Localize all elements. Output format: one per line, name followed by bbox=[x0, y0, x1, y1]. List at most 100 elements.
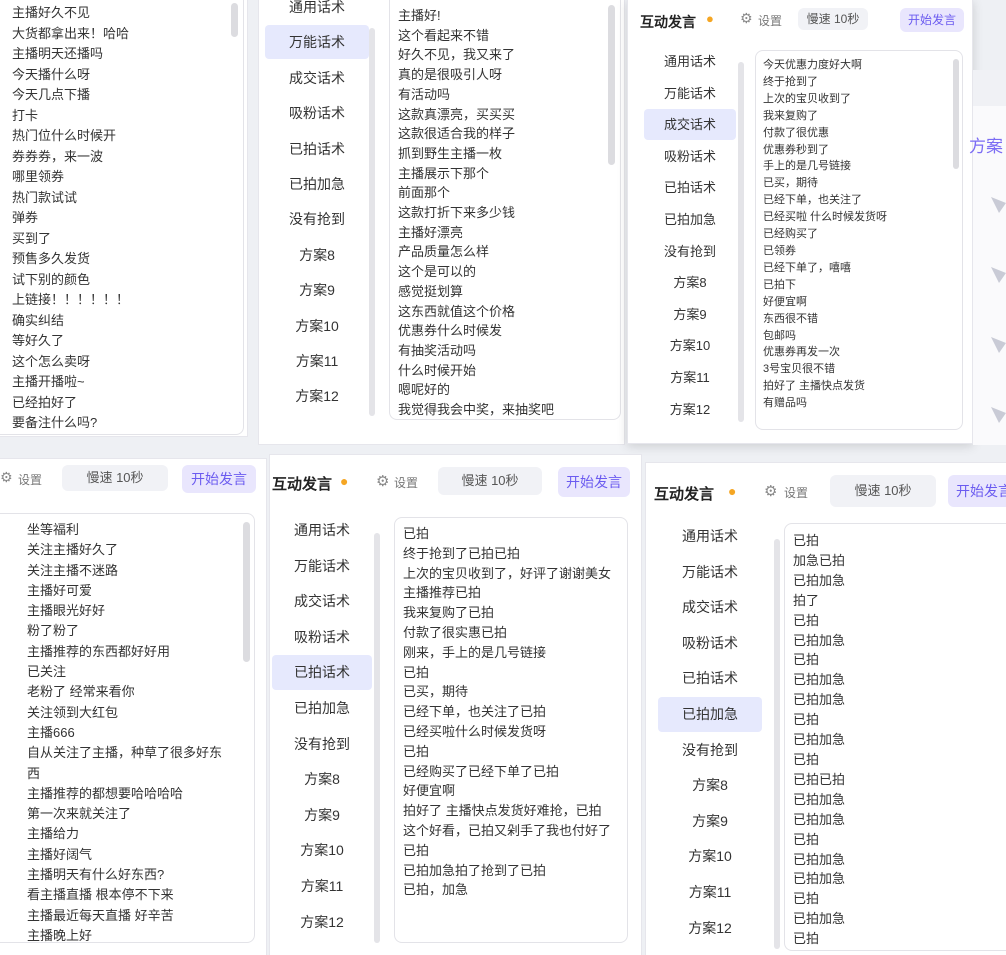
category-item[interactable]: 成交话术 bbox=[265, 61, 369, 95]
category-item[interactable]: 方案12 bbox=[272, 905, 372, 940]
category-item[interactable]: 方案10 bbox=[658, 839, 762, 874]
category-item[interactable]: 方案9 bbox=[658, 804, 762, 839]
message-scrollbar[interactable] bbox=[243, 522, 250, 662]
speed-selector[interactable]: 慢速 10秒 bbox=[62, 465, 168, 491]
message-item: 感觉挺划算 bbox=[398, 283, 464, 299]
category-item[interactable]: 万能话术 bbox=[272, 549, 372, 584]
start-speaking-button[interactable]: 开始发言 bbox=[948, 475, 1006, 507]
message-item: 已拍加急 bbox=[793, 811, 846, 827]
category-item[interactable]: 没有抢到 bbox=[644, 236, 736, 267]
message-item: 等好久了 bbox=[12, 333, 65, 348]
category-scrollbar[interactable] bbox=[374, 533, 380, 943]
category-scrollbar[interactable] bbox=[369, 28, 375, 416]
settings-link[interactable]: 设置 bbox=[784, 484, 808, 501]
category-item[interactable]: 方案8 bbox=[272, 762, 372, 797]
panel-d: ⚙ 设置 慢速 10秒 开始发言 坐等福利 关注主播好久了 关注主播不迷路 主播好可爱… bbox=[0, 458, 267, 955]
category-scrollbar[interactable] bbox=[774, 539, 780, 949]
category-item[interactable]: 方案8 bbox=[265, 238, 369, 272]
category-item[interactable]: 没有抢到 bbox=[272, 727, 372, 762]
category-item[interactable]: 方案11 bbox=[644, 362, 736, 393]
speed-selector[interactable]: 慢速 10秒 bbox=[798, 8, 868, 30]
message-scrollbar[interactable] bbox=[608, 5, 615, 165]
category-item[interactable]: 通用话术 bbox=[658, 519, 762, 554]
category-scrollbar[interactable] bbox=[738, 62, 744, 422]
settings-link[interactable]: 设置 bbox=[758, 12, 782, 29]
panel-header: 互动发言 ● ⚙ 设置 慢速 10秒 开始发言 bbox=[628, 0, 972, 40]
category-item[interactable]: 已拍话术 bbox=[644, 172, 736, 203]
category-item[interactable]: 通用话术 bbox=[644, 46, 736, 77]
category-item[interactable]: 成交话术 bbox=[272, 584, 372, 619]
category-item[interactable]: 方案9 bbox=[644, 299, 736, 330]
category-item[interactable]: 方案11 bbox=[265, 344, 369, 378]
message-item: 关注主播不迷路 bbox=[27, 562, 119, 578]
message-item: 产品质量怎么样 bbox=[398, 244, 490, 260]
category-item[interactable]: 万能话术 bbox=[658, 555, 762, 590]
category-item[interactable]: 方案8 bbox=[658, 768, 762, 803]
category-item[interactable]: 方案11 bbox=[272, 869, 372, 904]
category-item[interactable]: 已拍加急 bbox=[658, 697, 762, 732]
message-list: 已拍 终于抢到了已拍已拍 上次的宝贝收到了，好评了谢谢美女 主播推荐已拍 我来复购了已拍… bbox=[403, 524, 625, 900]
message-scrollbar[interactable] bbox=[953, 59, 959, 169]
category-item[interactable]: 万能话术 bbox=[265, 25, 369, 60]
category-item[interactable]: 没有抢到 bbox=[265, 202, 369, 236]
speed-selector[interactable]: 慢速 10秒 bbox=[438, 467, 542, 495]
message-item: 热门款试试 bbox=[12, 189, 78, 205]
category-item[interactable]: 通用话术 bbox=[265, 0, 369, 24]
message-item: 已拍加急 bbox=[793, 911, 846, 927]
category-item[interactable]: 没有抢到 bbox=[658, 733, 762, 768]
gear-icon[interactable]: ⚙ bbox=[764, 482, 777, 500]
category-item[interactable]: 吸粉话术 bbox=[265, 96, 369, 130]
message-scrollbar[interactable] bbox=[231, 3, 238, 37]
message-item: 已拍 bbox=[793, 931, 820, 947]
category-item[interactable]: 方案9 bbox=[272, 798, 372, 833]
category-item[interactable]: 万能话术 bbox=[644, 78, 736, 109]
category-item[interactable]: 方案10 bbox=[265, 309, 369, 343]
category-item[interactable]: 已拍加急 bbox=[644, 204, 736, 235]
message-list-box: 主播好! 这个看起来不错 好久不见，我又来了 真的是很吸引人呀 有活动吗 这款真漂亮，买买… bbox=[389, 0, 621, 420]
message-item: 主播好漂亮 bbox=[398, 224, 464, 240]
category-item[interactable]: 方案10 bbox=[272, 833, 372, 868]
category-item[interactable]: 已拍话术 bbox=[265, 132, 369, 166]
gear-icon[interactable]: ⚙ bbox=[0, 469, 13, 486]
panel-title: 互动发言 bbox=[654, 486, 715, 503]
message-item: 已拍加急拍了抢到了已拍 bbox=[403, 862, 547, 878]
message-item: 主播给力 bbox=[27, 826, 80, 842]
category-item[interactable]: 成交话术 bbox=[658, 590, 762, 625]
category-item[interactable]: 方案12 bbox=[644, 394, 736, 425]
message-item: 已拍加急 bbox=[793, 632, 846, 648]
settings-link[interactable]: 设置 bbox=[394, 474, 418, 491]
start-speaking-button[interactable]: 开始发言 bbox=[182, 465, 256, 493]
gear-icon[interactable]: ⚙ bbox=[740, 10, 753, 27]
message-item: 这东西就值这个价格 bbox=[398, 303, 516, 319]
category-item[interactable]: 已拍话术 bbox=[272, 655, 372, 691]
message-item: 这个好看，已拍又剁手了我也付好了 bbox=[403, 822, 612, 838]
category-item[interactable]: 已拍加急 bbox=[272, 691, 372, 726]
panel-header: 互动发言 ● ⚙ 设置 慢速 10秒 开始发言 bbox=[270, 455, 641, 497]
category-item[interactable]: 吸粉话术 bbox=[272, 620, 372, 655]
speed-selector[interactable]: 慢速 10秒 bbox=[830, 475, 936, 507]
category-item[interactable]: 已拍加急 bbox=[265, 167, 369, 201]
panel-header: ⚙ 设置 慢速 10秒 开始发言 bbox=[0, 459, 266, 499]
category-item[interactable]: 成交话术 bbox=[644, 109, 736, 141]
category-item[interactable]: 方案11 bbox=[658, 875, 762, 910]
category-item[interactable]: 方案12 bbox=[658, 911, 762, 946]
gear-icon[interactable]: ⚙ bbox=[376, 472, 389, 490]
category-item[interactable]: 方案12 bbox=[265, 379, 369, 413]
message-item: 已拍加急 bbox=[793, 692, 846, 708]
category-item[interactable]: 吸粉话术 bbox=[658, 626, 762, 661]
message-item: 抓到野生主播一枚 bbox=[398, 145, 503, 161]
category-item[interactable]: 方案10 bbox=[644, 330, 736, 361]
message-item: 已拍加急 bbox=[793, 572, 846, 588]
message-item: 主播最近每天直播 好辛苦 bbox=[27, 907, 174, 923]
category-item[interactable]: 通用话术 bbox=[272, 513, 372, 548]
settings-link[interactable]: 设置 bbox=[18, 471, 42, 488]
category-item[interactable]: 方案9 bbox=[265, 273, 369, 307]
start-speaking-button[interactable]: 开始发言 bbox=[900, 8, 964, 32]
lightbulb-icon: ● bbox=[706, 11, 714, 26]
category-item[interactable]: 吸粉话术 bbox=[644, 141, 736, 172]
category-item[interactable]: 方案8 bbox=[644, 267, 736, 298]
category-item[interactable]: 已拍话术 bbox=[658, 661, 762, 696]
message-item: 买到了 bbox=[12, 230, 52, 246]
message-item: 3号宝贝很不错 bbox=[763, 363, 836, 376]
start-speaking-button[interactable]: 开始发言 bbox=[558, 467, 630, 497]
